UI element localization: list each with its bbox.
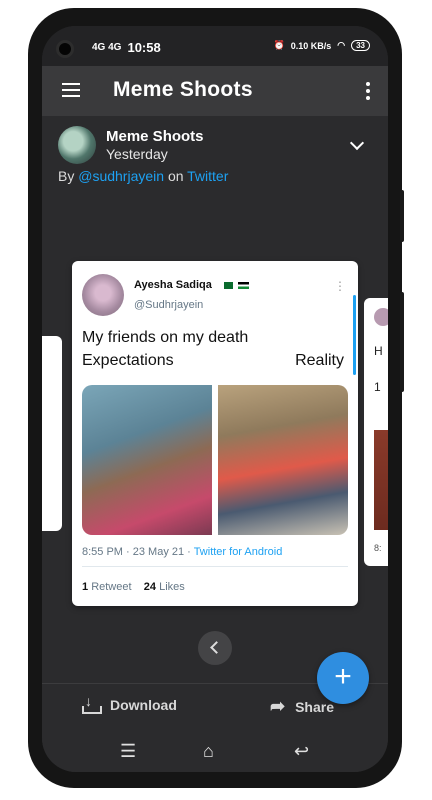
tweet-card[interactable]: Ayesha Sadiqa @Sudhrjayein ⋮ My friends … xyxy=(72,261,358,606)
previous-card[interactable] xyxy=(42,336,62,531)
tweet-handle: @Sudhrjayein xyxy=(134,299,204,311)
byline: By @sudhrjayein on Twitter xyxy=(58,168,228,184)
tweet-stats: 1 Retweet 24 Likes xyxy=(82,581,185,593)
tweet-author-label: Ayesha Sadiqa xyxy=(134,279,212,291)
share-label: Share xyxy=(295,698,335,715)
post-author: Meme Shoots xyxy=(106,128,204,145)
back-icon[interactable]: ↩ xyxy=(294,741,309,762)
tweet-author-name: Ayesha Sadiqa xyxy=(134,279,249,291)
next-card-image xyxy=(374,430,388,530)
recents-icon[interactable]: ☰ xyxy=(120,741,136,762)
tweet-time: 8:55 PM · 23 May 21 · xyxy=(82,546,191,558)
source-link[interactable]: Twitter xyxy=(187,168,228,184)
share-button[interactable]: ➦ Share xyxy=(270,696,334,717)
next-card[interactable]: H 1 8: xyxy=(364,298,388,566)
caption-expectations: Expectations xyxy=(82,352,174,369)
page-title: Meme Shoots xyxy=(113,78,253,101)
clock: 10:58 xyxy=(127,40,161,55)
system-nav-bar: ☰ ⌂ ↩ xyxy=(42,733,388,772)
divider xyxy=(82,566,348,567)
next-card-text-2: 1 xyxy=(374,380,381,394)
more-options-icon[interactable] xyxy=(366,82,370,103)
palestine-flag-icon xyxy=(237,281,249,289)
wifi-icon: ◠ xyxy=(337,40,346,50)
avatar[interactable] xyxy=(58,126,96,164)
tweet-avatar xyxy=(82,274,124,316)
battery-indicator: 33 xyxy=(351,40,370,51)
status-right: ⏰ 0.10 KB/s ◠ 33 xyxy=(273,40,370,51)
retweet-count: 1 xyxy=(82,581,89,593)
net-speed: 0.10 KB/s xyxy=(290,40,332,51)
chevron-down-icon[interactable] xyxy=(349,135,365,151)
menu-icon[interactable] xyxy=(62,83,80,97)
post-header: Meme Shoots Yesterday By @sudhrjayein on… xyxy=(42,116,388,196)
pakistan-flag-icon xyxy=(220,281,233,289)
next-card-avatar xyxy=(374,308,388,326)
scroll-indicator xyxy=(353,295,356,375)
share-icon: ➦ xyxy=(270,696,286,716)
alarm-icon: ⏰ xyxy=(273,40,285,50)
previous-arrow-button[interactable] xyxy=(198,631,232,665)
retweet-label: Retweet xyxy=(91,581,132,593)
byline-on: on xyxy=(167,168,184,184)
screen: 4G 4G 10:58 ⏰ 0.10 KB/s ◠ 33 Meme Shoots… xyxy=(42,26,388,772)
status-left: 4G 4G 10:58 xyxy=(92,40,161,55)
status-bar: 4G 4G 10:58 ⏰ 0.10 KB/s ◠ 33 xyxy=(42,26,388,66)
author-handle-link[interactable]: @sudhrjayein xyxy=(78,168,164,184)
camera-cutout xyxy=(56,40,74,58)
network-indicator: 4G 4G xyxy=(92,42,122,53)
download-label: Download xyxy=(110,697,177,713)
tweet-meta: 8:55 PM · 23 May 21 · Twitter for Androi… xyxy=(82,546,282,558)
caption-reality: Reality xyxy=(295,352,344,369)
power-button xyxy=(400,292,404,392)
home-icon[interactable]: ⌂ xyxy=(203,741,214,762)
app-bar: Meme Shoots xyxy=(42,66,388,116)
more-icon: ⋮ xyxy=(334,279,346,293)
post-time: Yesterday xyxy=(106,146,168,162)
tweet-text: My friends on my death xyxy=(82,329,249,346)
next-card-meta: 8: xyxy=(374,543,382,553)
tweet-client: Twitter for Android xyxy=(193,546,283,558)
download-icon xyxy=(82,693,102,714)
add-button[interactable]: + xyxy=(317,652,369,704)
next-card-text: H xyxy=(374,344,383,358)
meme-image-crying xyxy=(82,385,212,535)
volume-button xyxy=(400,190,404,242)
likes-label: Likes xyxy=(159,581,185,593)
byline-prefix: By xyxy=(58,168,75,184)
meme-image-eating xyxy=(218,385,348,535)
download-button[interactable]: Download xyxy=(82,693,177,714)
likes-count: 24 xyxy=(143,581,157,593)
